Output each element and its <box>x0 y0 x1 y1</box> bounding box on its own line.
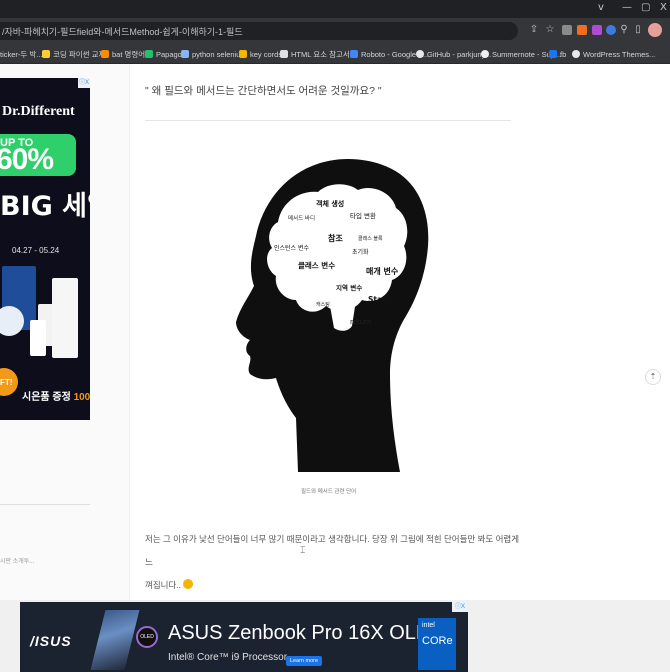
head-brain-illustration: 객체 생성 메서드 바디 타입 변환 참조 클래스 블록 인스턴스 변수 초기화… <box>236 159 429 472</box>
product-image <box>30 320 46 356</box>
bookmark-icon <box>181 50 189 58</box>
bookmark-item[interactable]: key cords <box>239 48 282 60</box>
intel-core-label: CORe <box>422 635 453 647</box>
mouse-cursor-icon: ⌶ <box>300 546 306 556</box>
bottom-ad-area: /ISUS OLED ASUS Zenbook Pro 16X OLED Int… <box>0 600 670 672</box>
brain-word: return <box>350 318 371 326</box>
bookmark-icon <box>101 50 109 58</box>
page-content: ⓘX Dr.Different UP TO 60% BIG 세일 04.27 -… <box>0 64 670 600</box>
left-sidebar: ⓘX Dr.Different UP TO 60% BIG 세일 04.27 -… <box>0 64 130 600</box>
extension-icon[interactable] <box>606 25 616 35</box>
ad-gift-text: FT! <box>0 378 13 387</box>
brain-word: 클래스 블록 <box>358 235 383 242</box>
emoji-icon <box>183 579 194 589</box>
github-icon <box>416 50 424 58</box>
ad-percent: 60% <box>0 143 54 176</box>
ad-discount-banner: UP TO 60% <box>0 134 76 176</box>
papago-icon <box>145 50 153 58</box>
sidepanel-icon[interactable]: ▯ <box>632 24 644 36</box>
ad-choices-icon[interactable]: ⓘX <box>452 602 468 612</box>
wordpress-icon <box>572 50 580 58</box>
asus-banner-ad[interactable]: /ISUS OLED ASUS Zenbook Pro 16X OLED Int… <box>20 602 468 672</box>
bookmark-item[interactable]: 코딩 파이썬 교재 <box>42 48 105 60</box>
ad-choices-icon[interactable]: ⓘX <box>78 78 90 88</box>
bookmark-item[interactable]: bat 명령어 <box>101 48 145 60</box>
body-line: 저는 그 이유가 낯선 단어들이 너무 많기 때문이라고 생각합니다. 당장 위… <box>145 534 520 567</box>
article-quote: " 왜 필드와 메서드는 간단하면서도 어려운 것일까요? " <box>145 85 382 97</box>
ad-bottom-main: 시은품 증정 <box>22 392 71 403</box>
product-image <box>52 278 78 358</box>
ad-bottom-text: 시은품 증정 100% <box>22 388 90 403</box>
scroll-top-button[interactable]: ⇡ <box>645 369 661 385</box>
url-text: /자바-파헤치기-필드field와-메서드Method-쉽게-이해하기-1-필드 <box>2 27 243 37</box>
brain-word: 타입 변환 <box>350 211 376 220</box>
chevron-down-icon[interactable]: v <box>598 2 604 13</box>
asus-logo: /ISUS <box>30 633 72 649</box>
brain-word: 인스턴스 변수 <box>274 244 310 252</box>
ad-bottom-percent: 100% <box>73 392 90 403</box>
bookmark-icon <box>239 50 247 58</box>
product-image <box>0 306 24 336</box>
bookmark-item[interactable]: python selenium <box>181 48 247 60</box>
folder-icon <box>42 50 50 58</box>
extension-icon[interactable] <box>592 25 602 35</box>
figure-caption: 필드와 메서드 관련 단어 <box>301 489 357 495</box>
bookmark-item[interactable]: WordPress Themes... <box>572 48 655 60</box>
bookmark-item[interactable]: ticker-두 박... <box>0 48 43 60</box>
brain-word: 매개 변수 <box>366 266 399 276</box>
sidebar-text: 시판 소개투... <box>0 559 35 565</box>
laptop-image <box>90 610 140 670</box>
share-icon[interactable]: ⇪ <box>528 24 540 36</box>
divider <box>0 504 90 505</box>
window-titlebar: v — ▢ X <box>0 0 670 18</box>
bookmark-item[interactable]: GitHub - parkjuny... <box>416 48 491 60</box>
bookmark-item[interactable]: Papago <box>145 48 182 60</box>
address-bar: /자바-파헤치기-필드field와-메서드Method-쉽게-이해하기-1-필드… <box>0 18 670 44</box>
intel-label: intel <box>422 622 435 629</box>
close-button[interactable]: X <box>660 2 667 13</box>
summernote-icon <box>481 50 489 58</box>
bookmarks-bar: ticker-두 박... 코딩 파이썬 교재 bat 명령어 Papago p… <box>0 44 670 64</box>
maximize-button[interactable]: ▢ <box>641 2 650 13</box>
brain-word: 클래스 변수 <box>298 260 335 270</box>
google-fonts-icon <box>350 50 358 58</box>
facebook-icon <box>549 50 557 58</box>
brain-word: 지역 변수 <box>336 283 362 292</box>
bookmark-item[interactable]: fb <box>549 48 566 60</box>
brain-word: 캐스팅 <box>316 301 330 308</box>
brain-word: 객체 생성 <box>316 199 344 208</box>
body-line-2: 껴집니다.. <box>145 574 525 597</box>
oled-badge: OLED <box>136 626 158 648</box>
extension-icon[interactable] <box>562 25 572 35</box>
url-field[interactable]: /자바-파헤치기-필드field와-메서드Method-쉽게-이해하기-1-필드 <box>0 22 518 40</box>
ad-title: ASUS Zenbook Pro 16X OLED <box>168 622 444 644</box>
divider <box>145 120 511 121</box>
ad-dates: 04.27 - 05.24 <box>12 246 60 255</box>
minimize-button[interactable]: — <box>622 2 632 13</box>
brain-word: 참조 <box>328 233 343 243</box>
avatar[interactable] <box>648 23 662 37</box>
ad-brand: Dr.Different <box>2 104 75 119</box>
ad-subtitle: Intel® Core™ i9 Processor <box>168 652 288 663</box>
brain-word: 초기화 <box>352 248 369 256</box>
puzzle-icon[interactable]: ⚲ <box>618 24 630 36</box>
brain-word: Static <box>368 295 393 304</box>
brain-word: 메서드 바디 <box>288 214 315 222</box>
body-line: 껴집니다.. <box>145 580 182 590</box>
extension-icon[interactable] <box>577 25 587 35</box>
learn-more-button[interactable]: Learn more <box>286 656 322 666</box>
bookmark-item[interactable]: HTML 요소 참고서... <box>280 48 356 60</box>
ad-sale-title: BIG 세일 <box>0 191 90 222</box>
bookmark-icon <box>280 50 288 58</box>
sidebar-ad[interactable]: ⓘX Dr.Different UP TO 60% BIG 세일 04.27 -… <box>0 78 90 420</box>
star-icon[interactable]: ☆ <box>544 24 556 36</box>
intel-badge: intel CORe <box>418 618 456 670</box>
article-body: 저는 그 이유가 낯선 단어들이 너무 많기 때문이라고 생각합니다. 당장 위… <box>145 528 525 597</box>
